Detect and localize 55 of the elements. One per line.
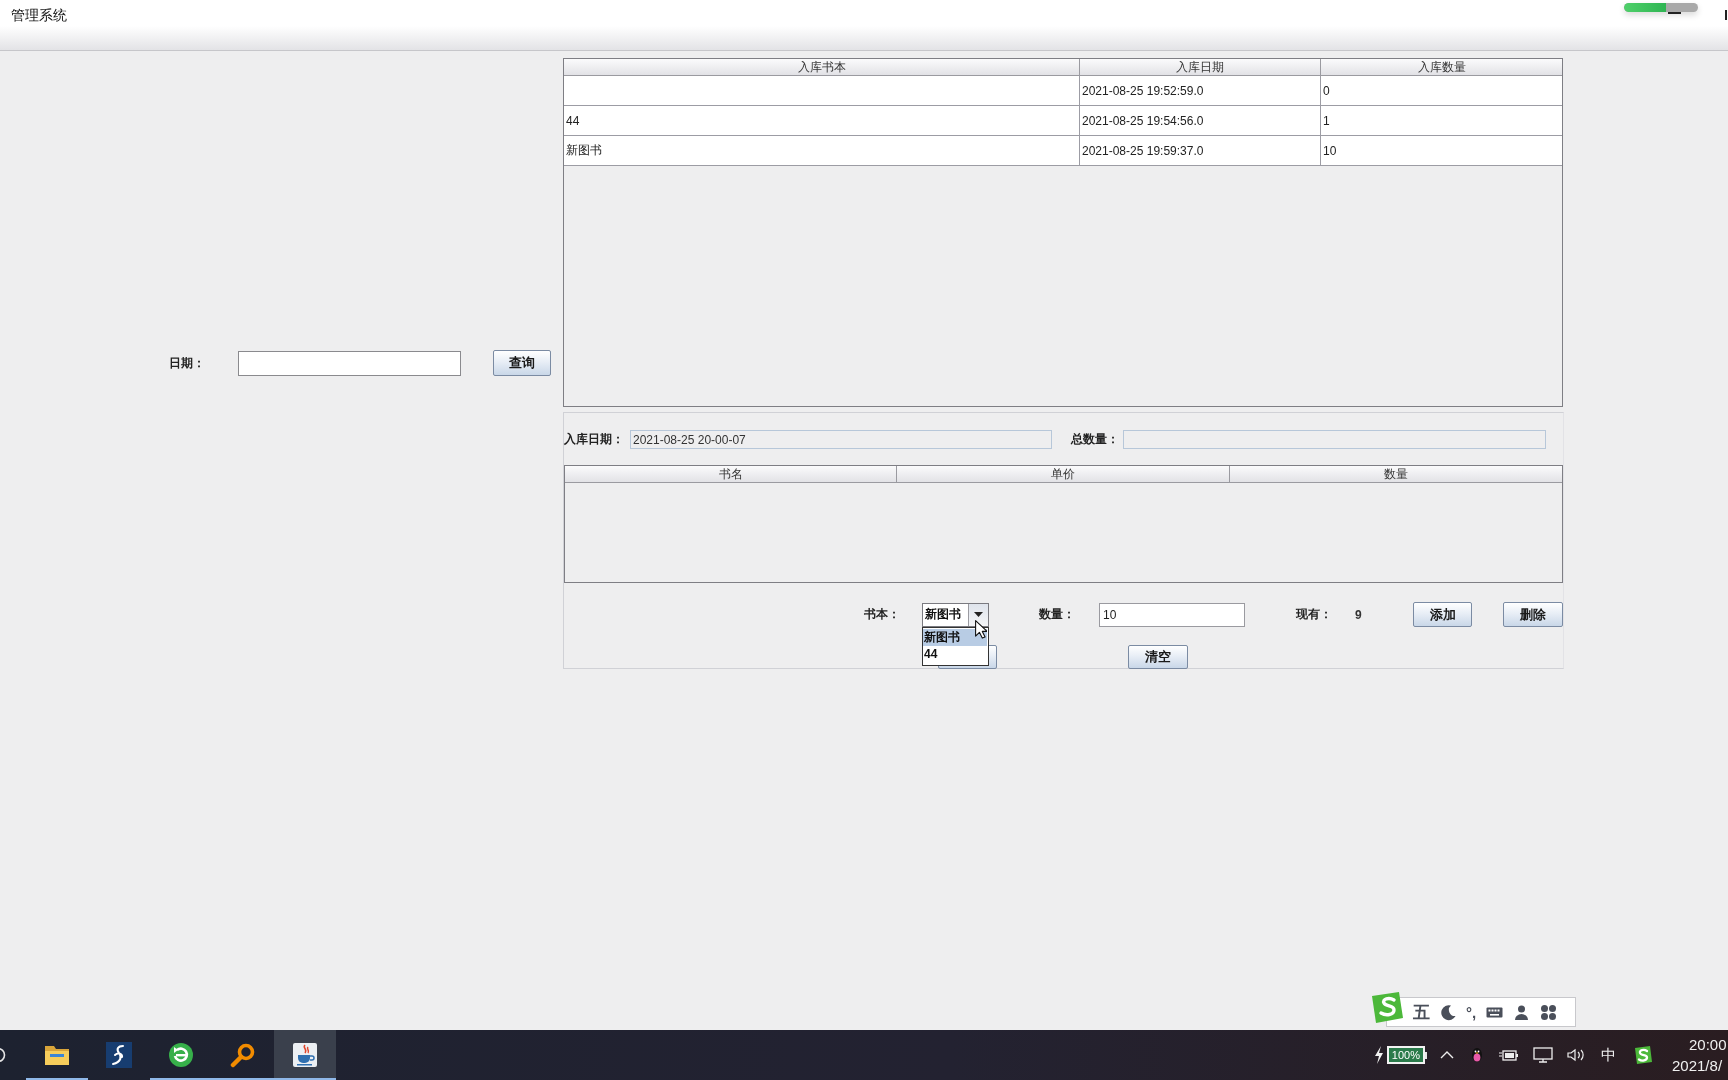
column-header: 入库书本 — [564, 59, 1080, 75]
four-dots-icon[interactable] — [1540, 1003, 1558, 1021]
column-header: 书名 — [565, 466, 897, 482]
column-header: 入库数量 — [1416, 59, 1467, 75]
magnifier-icon — [230, 1042, 256, 1068]
action-button[interactable]: 添加 — [1413, 602, 1472, 627]
punctuation-text[interactable]: °, — [1466, 1003, 1477, 1021]
window-title: 管理系统 — [11, 6, 67, 25]
monitor-icon[interactable] — [1533, 1047, 1553, 1063]
s-logo-icon[interactable] — [1633, 1045, 1653, 1065]
entry-date-field[interactable]: 2021-08-25 20-00-07 — [630, 430, 1052, 449]
date-label: 日期： — [169, 354, 206, 372]
plug-battery-icon[interactable] — [1499, 1047, 1519, 1063]
speaker-icon[interactable] — [1567, 1047, 1587, 1063]
table-cell: 2021-08-25 19:59:37.0 — [1080, 136, 1321, 165]
table-cell: 2021-08-25 19:54:56.0 — [1080, 106, 1321, 135]
date-input[interactable] — [238, 350, 461, 376]
input-mode-text[interactable]: 五 — [1413, 1000, 1430, 1024]
action-button[interactable]: 删除 — [1503, 602, 1563, 627]
table-cell-text: 1 — [1322, 112, 1331, 130]
column-header: 入库日期 — [1080, 59, 1321, 75]
lightning-icon — [1373, 1046, 1384, 1064]
globe-icon — [168, 1042, 194, 1068]
clock-date[interactable]: 2021/8/ — [1672, 1055, 1723, 1076]
table-cell-text: 0 — [1322, 82, 1331, 100]
book-combo[interactable]: 新图书 — [922, 602, 989, 627]
quantity-field[interactable]: 10 — [1099, 602, 1245, 627]
battery-indicator[interactable]: 100% — [1386, 1046, 1425, 1064]
table-cell: 新图书 — [564, 136, 1080, 165]
search-icon[interactable] — [0, 1047, 6, 1063]
table-cell-text: 10 — [1322, 142, 1338, 160]
taskbar-button[interactable] — [274, 1030, 336, 1080]
script-tile-icon — [106, 1042, 132, 1068]
person-icon[interactable] — [1513, 1003, 1531, 1021]
coffee-cup-icon — [292, 1042, 318, 1068]
stock-value: 9 — [1355, 607, 1363, 622]
penguin-icon[interactable] — [1469, 1047, 1485, 1063]
stock-label: 现有： — [1296, 606, 1333, 623]
total-field[interactable] — [1123, 430, 1546, 449]
entry-date-label: 入库日期： — [564, 431, 625, 448]
column-header: 数量 — [1383, 466, 1409, 482]
query-button[interactable]: 查询 — [493, 350, 551, 376]
clear-button[interactable]: 清空 — [1128, 645, 1188, 669]
table-cell: 2021-08-25 19:52:59.0 — [1080, 76, 1321, 105]
caret-icon — [974, 612, 983, 617]
table-cell: 44 — [564, 106, 1080, 135]
maximize-icon[interactable] — [1725, 10, 1728, 20]
dropdown-option[interactable]: 44 — [923, 645, 987, 663]
clock-time[interactable]: 20:00 — [1689, 1034, 1727, 1055]
moon-icon[interactable] — [1440, 1003, 1457, 1021]
quantity-label: 数量： — [1039, 606, 1076, 623]
book-label: 书本： — [864, 606, 901, 623]
column-header: 单价 — [897, 466, 1230, 482]
input-method-indicator[interactable]: 中 — [1601, 1045, 1616, 1065]
total-label: 总数量： — [1071, 431, 1120, 448]
